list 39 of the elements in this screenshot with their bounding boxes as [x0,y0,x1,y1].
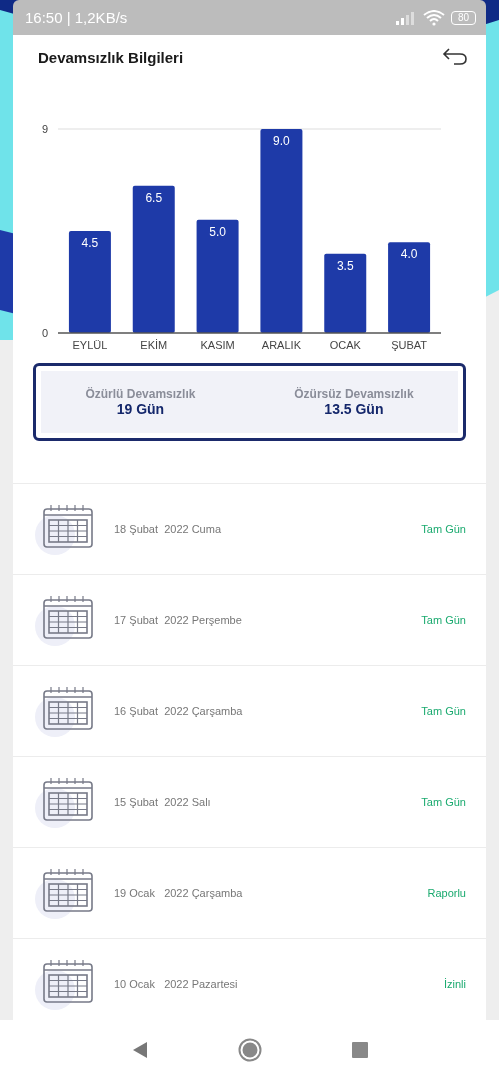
battery-icon: 80 [450,10,476,25]
record-status: Tam Gün [421,614,466,626]
axis-category-label: EKİM [140,339,168,351]
axis-tick-label: 9 [41,123,48,135]
back-nav-icon[interactable] [131,1041,148,1059]
status-time: 16:50 | 1,2KB/s [25,9,128,26]
axis-category-label: OCAK [329,339,361,351]
record-date: 18 Şubat 2022 Cuma [114,523,223,535]
bar-value-label: 4.5 [81,236,99,250]
axis-category-label: KASIM [200,339,235,351]
bar-value-label: 9.0 [273,134,290,148]
page-title: Devamsızlık Bilgileri [38,48,184,66]
summary-value: 13.5 Gün [324,401,384,417]
record-status: Tam Gün [421,523,466,535]
record-status: İzinli [444,978,466,990]
record-date: 19 Ocak 2022 Çarşamba [114,887,244,899]
bar-value-label: 6.5 [145,190,163,205]
bar-value-label: 5.0 [209,224,226,239]
summary-label: Özürsüz Devamsızlık [294,387,414,401]
wifi-icon [422,9,445,26]
bar-value-label: 4.0 [400,247,418,262]
record-date: 10 Ocak 2022 Pazartesi [114,978,239,990]
axis-category-label: ŞUBAT [391,339,427,351]
home-nav-icon[interactable] [237,1038,262,1062]
summary-value: 19 Gün [116,401,165,417]
record-status: Raporlu [427,887,466,899]
signal-icon [394,10,417,25]
bar-value-label: 3.5 [336,258,354,273]
back-icon[interactable] [442,47,468,67]
summary-label: Özürlü Devamsızlık [85,387,196,401]
axis-category-label: ARALIK [261,339,301,351]
record-status: Tam Gün [421,705,466,717]
axis-category-label: EYLÜL [72,339,108,351]
axis-tick-label: 0 [41,327,48,339]
record-date: 17 Şubat 2022 Perşembe [114,614,243,626]
record-date: 15 Şubat 2022 Salı [114,796,212,808]
recents-nav-icon[interactable] [351,1042,368,1058]
record-date: 16 Şubat 2022 Çarşamba [114,705,244,717]
record-status: Tam Gün [421,796,466,808]
